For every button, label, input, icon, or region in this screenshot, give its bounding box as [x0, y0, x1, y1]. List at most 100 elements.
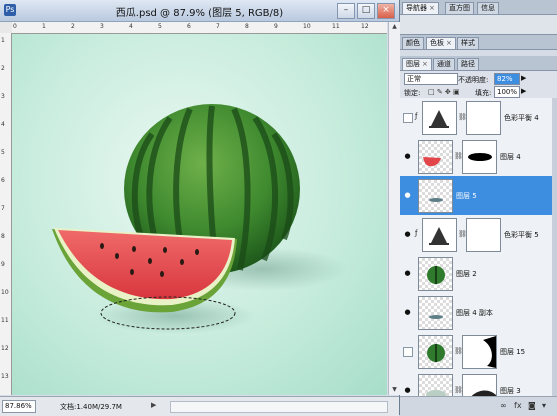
- color-balance-thumbnail[interactable]: [422, 218, 457, 252]
- clip-arrow-icon: ƒ: [415, 229, 418, 237]
- clip-arrow-icon: ƒ: [415, 112, 418, 120]
- layer-mask-thumbnail[interactable]: [466, 101, 501, 135]
- lock-label: 锁定:: [404, 89, 421, 97]
- fill-field[interactable]: 100%: [494, 86, 520, 98]
- layer-style-icon[interactable]: fx: [514, 401, 522, 410]
- eye-icon[interactable]: ●: [403, 153, 412, 160]
- layer-name[interactable]: 色彩平衡 5: [504, 230, 539, 240]
- blend-mode-select[interactable]: 正常: [404, 73, 458, 85]
- navigator-area: [400, 15, 557, 35]
- horizontal-scrollbar[interactable]: [170, 401, 388, 413]
- layer-thumbnail[interactable]: [418, 257, 453, 291]
- ruler-top[interactable]: 012345678910111213: [12, 22, 387, 34]
- ruler-left[interactable]: 1 2 3 4 5 6 7 8 9 10 11 12 13: [0, 33, 12, 395]
- ruler-top-tick: 2: [71, 23, 75, 30]
- zoom-field[interactable]: 87.86%: [2, 400, 36, 413]
- eye-icon[interactable]: ●: [403, 231, 412, 238]
- ruler-top-tick: 6: [187, 23, 191, 30]
- add-mask-icon[interactable]: ◙: [528, 401, 536, 410]
- layer-mask-thumbnail[interactable]: [466, 218, 501, 252]
- scroll-down-arrow[interactable]: ▼: [389, 385, 400, 395]
- layer-name[interactable]: 图层 4: [500, 152, 521, 162]
- navigator-tab-row: 导航器 × 直方图 信息: [400, 0, 557, 15]
- minimize-button[interactable]: –: [337, 3, 355, 19]
- ruler-top-tick: 4: [129, 23, 133, 30]
- layer-list[interactable]: ƒ ⛓ 色彩平衡 4 ● ⛓ 图层 4 ● 图层 5 ● ƒ ⛓ 色彩平衡 5 ● 图层 2 ● 图层 4 副…: [400, 98, 552, 411]
- ruler-top-tick: 3: [100, 23, 104, 30]
- ruler-left-tick: 9: [1, 261, 5, 268]
- doc-size-info[interactable]: 文档:1.40M/29.7M: [60, 402, 122, 412]
- eye-icon[interactable]: ●: [403, 309, 412, 316]
- tab-styles[interactable]: 样式: [457, 37, 479, 49]
- color-balance-thumbnail[interactable]: [422, 101, 457, 135]
- layer-name[interactable]: 图层 2: [456, 269, 477, 279]
- eye-icon[interactable]: ●: [403, 192, 412, 199]
- ruler-left-tick: 1: [1, 37, 5, 44]
- ruler-left-tick: 5: [1, 149, 5, 156]
- layer-name[interactable]: 图层 5: [456, 191, 477, 201]
- ruler-top-tick: 0: [13, 23, 17, 30]
- layer-name[interactable]: 色彩平衡 4: [504, 113, 539, 123]
- status-bar: 87.86% 文档:1.40M/29.7M ▶: [0, 396, 399, 416]
- delete-layer-icon[interactable]: ▾: [542, 401, 546, 410]
- layer-name[interactable]: 图层 15: [500, 347, 525, 357]
- layer-thumbnail[interactable]: [418, 296, 453, 330]
- link-layers-icon[interactable]: ∞: [500, 401, 507, 410]
- ruler-top-tick: 11: [332, 23, 340, 30]
- tab-color[interactable]: 颜色: [402, 37, 424, 49]
- layer-mask-thumbnail[interactable]: [462, 335, 497, 369]
- layer-row[interactable]: ● ⛓ 图层 4: [400, 137, 552, 177]
- ruler-left-tick: 3: [1, 93, 5, 100]
- layer-row[interactable]: ƒ ⛓ 色彩平衡 4: [400, 98, 552, 138]
- fill-slider-arrow[interactable]: ▶: [521, 87, 526, 95]
- opacity-slider-arrow[interactable]: ▶: [521, 74, 526, 82]
- maximize-button[interactable]: □: [357, 3, 375, 19]
- ruler-top-tick: 7: [216, 23, 220, 30]
- layer-thumbnail[interactable]: [418, 140, 453, 174]
- right-panel: 导航器 × 直方图 信息 颜色 色板 × 样式 图层 × 通道 路径 正常 不透明度:…: [400, 0, 557, 416]
- tab-navigator[interactable]: 导航器 ×: [402, 2, 439, 14]
- status-menu-arrow[interactable]: ▶: [151, 401, 156, 409]
- layers-tab-row: 图层 × 通道 路径: [400, 56, 557, 71]
- opacity-label: 不透明度:: [458, 76, 489, 84]
- close-button[interactable]: ×: [377, 3, 395, 19]
- tab-swatches[interactable]: 色板 ×: [426, 37, 456, 49]
- document-window: Ps 西瓜.psd @ 87.9% (图层 5, RGB/8) – □ × 0 1…: [0, 0, 400, 416]
- document-titlebar[interactable]: Ps 西瓜.psd @ 87.9% (图层 5, RGB/8) – □ ×: [0, 0, 399, 22]
- ruler-top-tick: 1: [42, 23, 46, 30]
- layer-name[interactable]: 图层 4 副本: [456, 308, 493, 318]
- ruler-left-tick: 2: [1, 65, 5, 72]
- ruler-top-tick: 12: [361, 23, 369, 30]
- fill-label: 填充:: [475, 89, 492, 97]
- layer-mask-thumbnail[interactable]: [462, 140, 497, 174]
- eye-icon[interactable]: ●: [403, 387, 412, 394]
- layer-row[interactable]: ● 图层 2: [400, 254, 552, 294]
- ruler-left-tick: 12: [1, 345, 9, 352]
- lock-icons[interactable]: □ ✎ ✥ ▣: [428, 88, 460, 96]
- layer-row[interactable]: ⛓ 图层 15: [400, 332, 552, 372]
- opacity-field[interactable]: 82%: [494, 73, 520, 85]
- ruler-top-tick: 5: [158, 23, 162, 30]
- ruler-top-tick: 10: [303, 23, 311, 30]
- layer-name[interactable]: 图层 3: [500, 386, 521, 396]
- ruler-left-tick: 10: [1, 289, 9, 296]
- visibility-toggle[interactable]: [403, 113, 413, 123]
- ruler-top-tick: 9: [274, 23, 278, 30]
- image-canvas[interactable]: [12, 34, 387, 395]
- tab-channels[interactable]: 通道: [433, 58, 455, 70]
- vertical-scrollbar[interactable]: ▲ ▼: [388, 22, 400, 395]
- scroll-up-arrow[interactable]: ▲: [389, 22, 400, 32]
- tab-layers[interactable]: 图层 ×: [402, 58, 432, 70]
- layer-row[interactable]: ● ƒ ⛓ 色彩平衡 5: [400, 215, 552, 255]
- color-tab-row: 颜色 色板 × 样式: [400, 35, 557, 50]
- tab-info[interactable]: 信息: [477, 2, 499, 14]
- layer-thumbnail[interactable]: [418, 335, 453, 369]
- eye-icon[interactable]: ●: [403, 270, 412, 277]
- layer-row[interactable]: ● 图层 5: [400, 176, 552, 216]
- layers-scrollbar[interactable]: [552, 98, 557, 408]
- tab-paths[interactable]: 路径: [457, 58, 479, 70]
- layer-thumbnail[interactable]: [418, 179, 453, 213]
- tab-histogram[interactable]: 直方图: [445, 2, 474, 14]
- visibility-toggle[interactable]: [403, 347, 413, 357]
- layer-row[interactable]: ● 图层 4 副本: [400, 293, 552, 333]
